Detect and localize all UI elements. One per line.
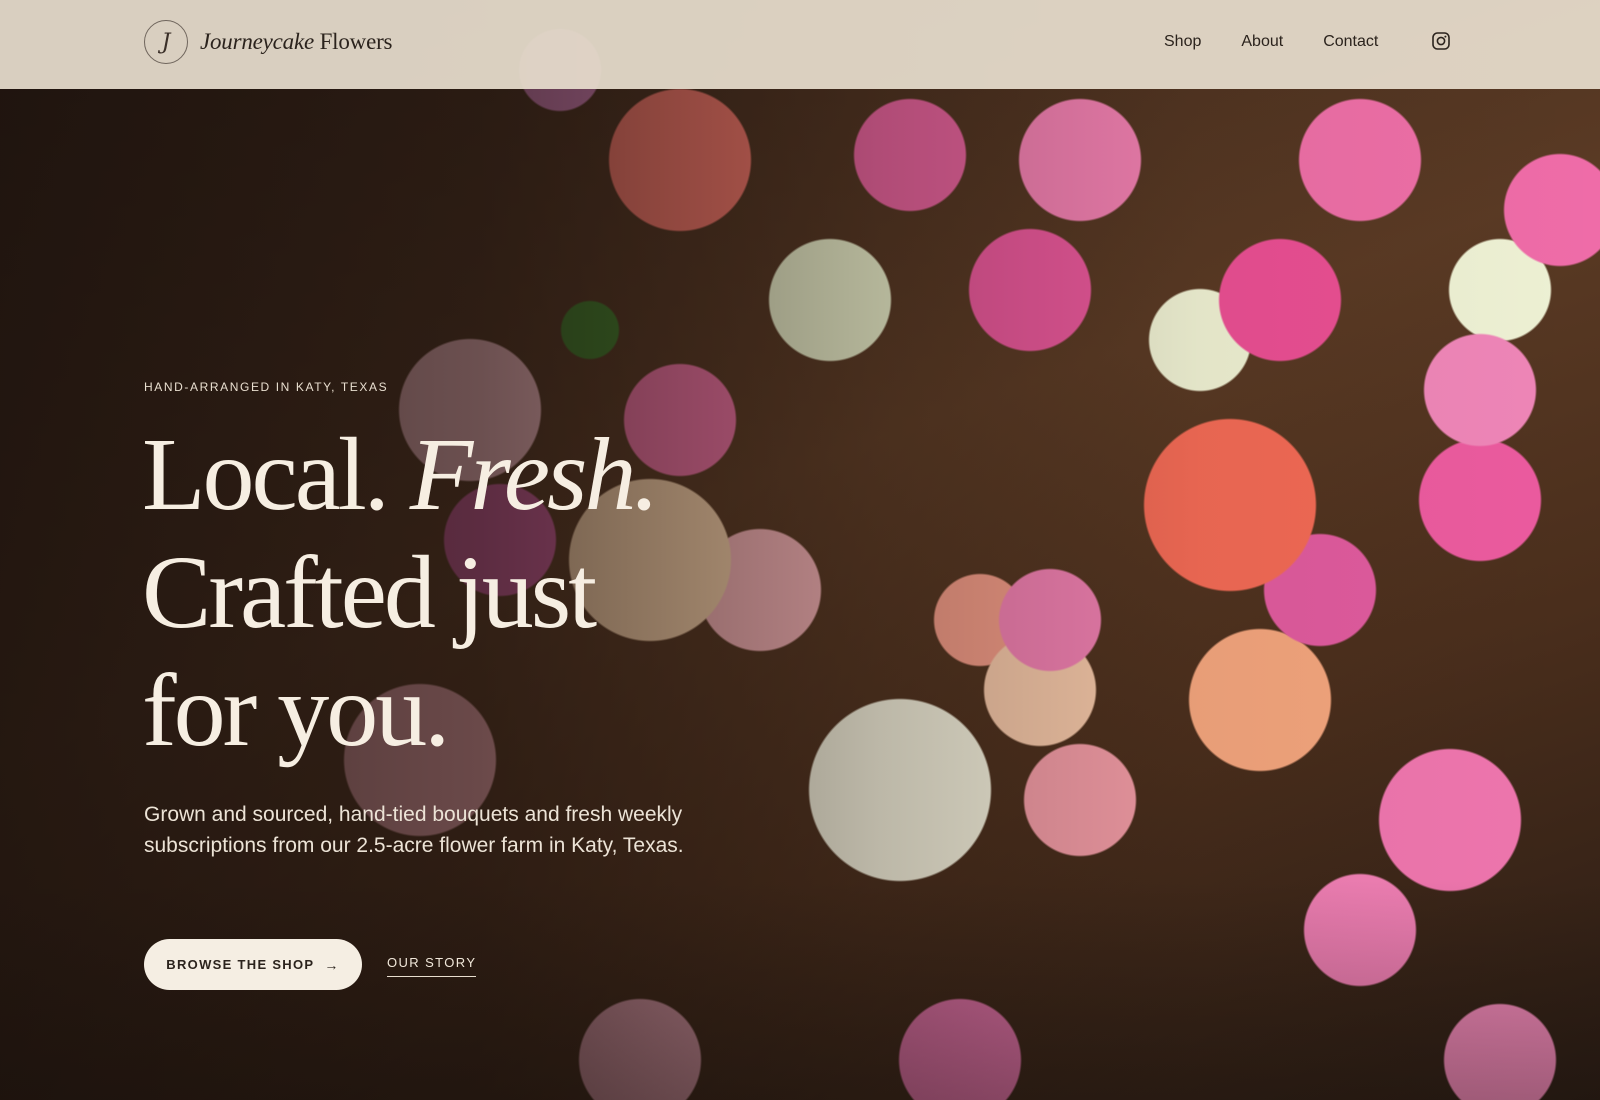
brand-name-regular: Flowers bbox=[319, 29, 393, 54]
hero-subtitle: Grown and sourced, hand-tied bouquets an… bbox=[144, 803, 684, 857]
site-header: J Journeycake Flowers Shop About Contact bbox=[0, 0, 1600, 89]
brand-monogram: J bbox=[144, 20, 188, 64]
nav-about-link[interactable]: About bbox=[1241, 33, 1283, 51]
headline-local: Local. bbox=[142, 417, 390, 532]
arrow-right-icon: → bbox=[324, 956, 340, 973]
hero-eyebrow: HAND-ARRANGED IN KATY, TEXAS bbox=[144, 380, 389, 394]
brand-logo-link[interactable]: J Journeycake Flowers bbox=[144, 20, 392, 64]
main-nav: Shop About Contact bbox=[1164, 33, 1418, 51]
instagram-icon[interactable] bbox=[1432, 32, 1450, 50]
browse-shop-button[interactable]: BROWSE THE SHOP → bbox=[144, 939, 362, 990]
nav-shop-link[interactable]: Shop bbox=[1164, 33, 1201, 51]
headline-line-2: Crafted just bbox=[142, 535, 597, 650]
browse-shop-label: BROWSE THE SHOP bbox=[166, 957, 315, 972]
headline-fresh: Fresh. bbox=[409, 417, 660, 532]
hero-bottom-overlay bbox=[0, 880, 1600, 1100]
brand-name: Journeycake Flowers bbox=[200, 29, 392, 55]
brand-name-italic: Journeycake bbox=[200, 29, 315, 54]
our-story-link[interactable]: OUR STORY bbox=[387, 955, 477, 977]
hero-headline: Local. Fresh. Crafted just for you. bbox=[142, 416, 842, 770]
nav-contact-link[interactable]: Contact bbox=[1323, 33, 1378, 51]
headline-line-1: Local. Fresh. bbox=[142, 416, 842, 534]
headline-line-3: for you. bbox=[142, 653, 450, 768]
